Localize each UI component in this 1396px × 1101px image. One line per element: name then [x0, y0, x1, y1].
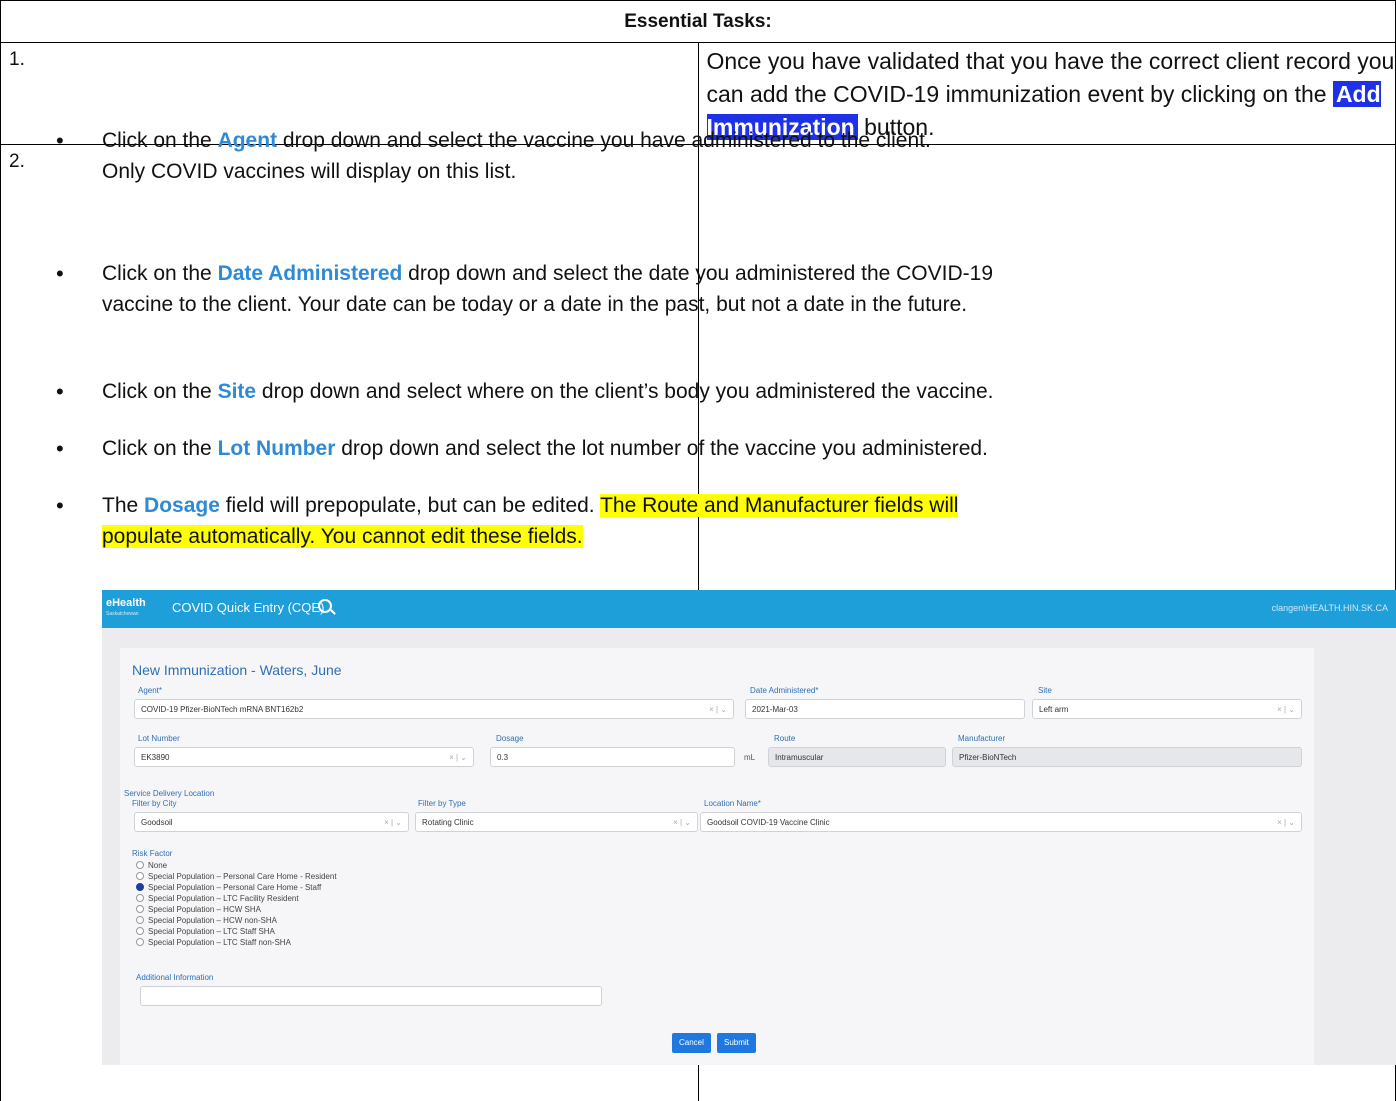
risk-factor-option[interactable]: Special Population – Personal Care Home …	[136, 872, 337, 881]
type-select[interactable]: Rotating Clinic× | ⌄	[415, 812, 698, 832]
dosage-unit: mL	[744, 753, 755, 762]
additional-info-label: Additional Information	[136, 973, 213, 982]
risk-factor-option-label: Special Population – HCW non-SHA	[148, 916, 277, 925]
risk-factor-option[interactable]: Special Population – LTC Staff non-SHA	[136, 938, 291, 947]
route-label: Route	[774, 734, 795, 743]
lot-number-label: Lot Number	[138, 734, 180, 743]
radio-button-icon[interactable]	[136, 927, 144, 935]
app-screenshot: eHealthSaskatchewan COVID Quick Entry (C…	[102, 590, 1396, 1065]
radio-button-icon[interactable]	[136, 905, 144, 913]
risk-factor-option-label: Special Population – LTC Staff SHA	[148, 927, 275, 936]
date-administered-label: Date Administered*	[750, 686, 818, 695]
site-label: Site	[1038, 686, 1052, 695]
search-icon[interactable]	[318, 599, 332, 613]
bullet-icon: •	[56, 490, 64, 521]
location-select[interactable]: Goodsoil COVID-19 Vaccine Clinic× | ⌄	[700, 812, 1302, 832]
agent-select[interactable]: COVID-19 Pfizer-BioNTech mRNA BNT162b2× …	[134, 699, 734, 719]
radio-button-icon[interactable]	[136, 861, 144, 869]
dosage-field[interactable]: 0.3	[490, 747, 735, 767]
clear-dropdown-icon[interactable]: × | ⌄	[449, 748, 467, 768]
ehealth-logo: eHealthSaskatchewan	[106, 598, 146, 620]
date-administered-field[interactable]: 2021-Mar-03	[745, 699, 1025, 719]
agent-label: Agent*	[138, 686, 162, 695]
manufacturer-label: Manufacturer	[958, 734, 1005, 743]
bullet-lot-number: • Click on the Lot Number drop down and …	[102, 433, 1282, 464]
clear-dropdown-icon[interactable]: × | ⌄	[1277, 813, 1295, 833]
bullet-icon: •	[56, 125, 64, 156]
form-title: New Immunization - Waters, June	[132, 662, 342, 678]
bullet-icon: •	[56, 433, 64, 464]
new-immunization-form: New Immunization - Waters, June Agent* C…	[120, 648, 1314, 1065]
app-title: COVID Quick Entry (CQE)	[172, 600, 324, 615]
lot-number-select[interactable]: EK3890× | ⌄	[134, 747, 474, 767]
radio-button-icon[interactable]	[136, 938, 144, 946]
filter-type-label: Filter by Type	[418, 799, 466, 808]
bullet-dosage: • The Dosage field will prepopulate, but…	[102, 490, 1282, 552]
site-select[interactable]: Left arm× | ⌄	[1032, 699, 1302, 719]
risk-factor-option[interactable]: Special Population – LTC Staff SHA	[136, 927, 275, 936]
risk-factor-option[interactable]: Special Population – Personal Care Home …	[136, 883, 321, 892]
risk-factor-option[interactable]: Special Population – LTC Facility Reside…	[136, 894, 299, 903]
radio-button-icon[interactable]	[136, 894, 144, 902]
risk-factor-option-label: Special Population – LTC Facility Reside…	[148, 894, 299, 903]
risk-factor-option-label: Special Population – LTC Staff non-SHA	[148, 938, 291, 947]
radio-button-icon[interactable]	[136, 872, 144, 880]
risk-factor-option[interactable]: Special Population – HCW SHA	[136, 905, 261, 914]
clear-dropdown-icon[interactable]: × | ⌄	[384, 813, 402, 833]
submit-button[interactable]: Submit	[717, 1033, 756, 1053]
risk-factor-label: Risk Factor	[132, 849, 172, 858]
bullet-site: • Click on the Site drop down and select…	[102, 376, 1282, 407]
dosage-label: Dosage	[496, 734, 524, 743]
risk-factor-option-label: None	[148, 861, 167, 870]
radio-button-icon[interactable]	[136, 916, 144, 924]
manufacturer-field: Pfizer-BioNTech	[952, 747, 1302, 767]
bullet-icon: •	[56, 258, 64, 289]
clear-dropdown-icon[interactable]: × | ⌄	[709, 700, 727, 720]
app-header-bar: eHealthSaskatchewan COVID Quick Entry (C…	[102, 590, 1396, 628]
cancel-button[interactable]: Cancel	[672, 1033, 711, 1053]
risk-factor-option-label: Special Population – Personal Care Home …	[148, 883, 321, 892]
route-field: Intramuscular	[768, 747, 946, 767]
radio-button-icon[interactable]	[136, 883, 144, 891]
risk-factor-option[interactable]: Special Population – HCW non-SHA	[136, 916, 277, 925]
bullet-agent: • Click on the Agent drop down and selec…	[102, 125, 1282, 187]
location-name-label: Location Name*	[704, 799, 761, 808]
bullet-date-administered: • Click on the Date Administered drop do…	[102, 258, 1282, 320]
service-delivery-label: Service Delivery Location	[124, 789, 214, 798]
risk-factor-option-label: Special Population – HCW SHA	[148, 905, 261, 914]
table-header: Essential Tasks:	[1, 1, 1396, 43]
bullet-icon: •	[56, 376, 64, 407]
additional-info-input[interactable]	[140, 986, 602, 1006]
risk-factor-option-label: Special Population – Personal Care Home …	[148, 872, 337, 881]
filter-city-label: Filter by City	[132, 799, 176, 808]
clear-dropdown-icon[interactable]: × | ⌄	[1277, 700, 1295, 720]
user-menu[interactable]: clangen\HEALTH.HIN.SK.CA	[1272, 603, 1388, 613]
clear-dropdown-icon[interactable]: × | ⌄	[673, 813, 691, 833]
city-select[interactable]: Goodsoil× | ⌄	[134, 812, 409, 832]
risk-factor-option[interactable]: None	[136, 861, 167, 870]
